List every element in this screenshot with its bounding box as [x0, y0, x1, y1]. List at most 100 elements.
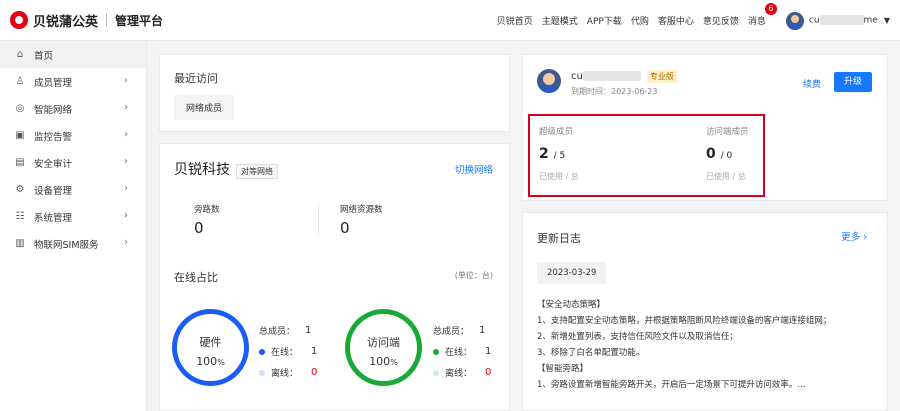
device-icon: ⚙: [15, 184, 25, 195]
visitor-member-quota: 访问端成员 0 / 0 已使用 / 总: [706, 125, 749, 182]
total-label: 总成员：: [433, 327, 470, 337]
sidebar: ⌂ 首页 ♙ 成员管理 › ◎ 智能网络 › ▣ 监控告警 › ▤ 安全审计 ›…: [0, 41, 147, 411]
changelog-line: 1、支持配置安全动态策略，并根据策略阻断风险终端设备的客户端连接组网；: [537, 316, 832, 326]
sidebar-item-smart-network[interactable]: ◎ 智能网络 ›: [0, 95, 146, 122]
chevron-right-icon: ›: [124, 183, 128, 194]
renew-link[interactable]: 续费: [803, 77, 821, 90]
caret-down-icon: ▼: [883, 16, 890, 25]
account-card: cu 专业版 到期时间：2023-06-23 续费 升级 超级成员 2 / 5 已…: [522, 54, 888, 201]
sidebar-item-home[interactable]: ⌂ 首页: [0, 41, 146, 68]
visitor-ring-value: 100%: [369, 355, 398, 368]
bypass-label: 旁路数: [194, 205, 220, 215]
message-count-badge: 6: [764, 3, 777, 15]
visitor-ring-label: 访问端: [367, 336, 400, 349]
offline-dot-icon: [259, 369, 265, 376]
chevron-right-icon: ›: [863, 232, 867, 243]
more-link[interactable]: 更多 ›: [841, 229, 867, 243]
super-member-total: / 5: [553, 151, 566, 161]
visitor-legend: 总成员： 1 在线： 1 离线： 0: [433, 320, 491, 383]
nav-app-download-link[interactable]: APP下载: [587, 14, 622, 27]
settings-icon: ☷: [15, 211, 25, 222]
username-suffix: me: [863, 15, 878, 26]
offline-label: 离线：: [445, 369, 473, 379]
sidebar-item-system[interactable]: ☷ 系统管理 ›: [0, 203, 146, 230]
hardware-offline: 0: [311, 367, 318, 378]
hardware-online: 1: [311, 346, 318, 357]
home-icon: ⌂: [16, 49, 24, 60]
expire-date: 到期时间：2023-06-23: [571, 87, 658, 96]
changelog-line: 1、旁路设置新增智能旁路开关，开启后一定场景下可提升访问效率。...: [537, 380, 806, 390]
network-header: 贝锐科技 对等网络: [174, 159, 278, 179]
online-label: 在线：: [445, 348, 473, 358]
sidebar-item-devices[interactable]: ⚙ 设备管理 ›: [0, 176, 146, 203]
sidebar-item-label: 首页: [34, 50, 54, 62]
avatar: [785, 11, 804, 30]
nav-theme-link[interactable]: 主题模式: [542, 14, 578, 27]
total-label: 总成员：: [259, 327, 296, 337]
sidebar-item-label: 物联网SIM服务: [34, 239, 99, 251]
more-label: 更多: [841, 232, 861, 243]
member-quota-highlight: 超级成员 2 / 5 已使用 / 总 访问端成员 0 / 0 已使用 / 总: [528, 114, 765, 197]
sidebar-item-members[interactable]: ♙ 成员管理 ›: [0, 68, 146, 95]
upgrade-button[interactable]: 升级: [834, 72, 872, 92]
network-mode-tag: 对等网络: [236, 163, 278, 179]
nav-reseller-link[interactable]: 代购: [631, 14, 649, 27]
messages-link[interactable]: 消息 6: [747, 3, 777, 27]
user-menu[interactable]: cu me ▼: [785, 11, 890, 30]
nav-home-link[interactable]: 贝锐首页: [497, 14, 533, 27]
hardware-total: 1: [305, 325, 312, 336]
bypass-stat: 旁路数 0: [194, 203, 220, 237]
user-icon: ♙: [15, 76, 25, 87]
audit-icon: ▤: [15, 157, 25, 168]
edition-badge: 专业版: [646, 70, 677, 83]
changelog-date: 2023-03-29: [537, 262, 607, 284]
hardware-legend: 总成员： 1 在线： 1 离线： 0: [259, 320, 317, 383]
brand-logo[interactable]: 贝锐蒲公英 管理平台: [10, 11, 164, 30]
hardware-online-ring: 硬件 100%: [172, 309, 249, 386]
nav-feedback-link[interactable]: 意见反馈: [703, 14, 739, 27]
chevron-right-icon: ›: [124, 102, 128, 113]
chevron-right-icon: ›: [124, 237, 128, 248]
visitor-online: 1: [485, 346, 492, 357]
online-dot-icon: [433, 348, 439, 355]
brand-name: 贝锐蒲公英: [33, 14, 99, 30]
recent-visit-item[interactable]: 网络成员: [174, 95, 235, 120]
visitor-member-total: / 0: [720, 151, 733, 161]
online-dot-icon: [259, 348, 265, 355]
used-total-hint: 已使用 / 总: [706, 172, 746, 181]
avatar: [537, 69, 561, 93]
visitor-offline: 0: [485, 367, 492, 378]
network-overview-card: 贝锐科技 对等网络 切换网络 旁路数 0 网络资源数 0 在线占比 (单位：台) …: [159, 143, 510, 411]
sidebar-item-monitoring[interactable]: ▣ 监控告警 ›: [0, 122, 146, 149]
sidebar-item-label: 监控告警: [34, 131, 73, 143]
divider: [106, 13, 108, 27]
sidebar-item-label: 智能网络: [34, 104, 73, 116]
nav-support-link[interactable]: 客服中心: [658, 14, 694, 27]
messages-label: 消息: [747, 17, 766, 27]
changelog-card: 更新日志 更多 › 2023-03-29 【安全动态策略】 1、支持配置安全动态…: [522, 212, 888, 411]
sidebar-item-iot-sim[interactable]: ▥ 物联网SIM服务 ›: [0, 230, 146, 257]
changelog-line: 2、新增处置列表，支持信任风险文件以及取消信任；: [537, 332, 738, 342]
super-member-label: 超级成员: [539, 127, 574, 137]
online-ratio-title: 在线占比: [174, 271, 218, 284]
switch-network-link[interactable]: 切换网络: [455, 162, 493, 176]
username-prefix: cu: [808, 15, 820, 26]
chevron-right-icon: ›: [124, 156, 128, 167]
changelog-line: 【安全动态策略】: [537, 300, 606, 310]
sim-icon: ▥: [15, 238, 25, 249]
redacted-block: [819, 15, 864, 26]
recent-visits-title: 最近访问: [174, 72, 218, 85]
network-icon: ◎: [15, 103, 25, 114]
used-total-hint: 已使用 / 总: [539, 172, 579, 181]
recent-visits-card: 最近访问 网络成员: [159, 54, 510, 132]
sidebar-item-label: 系统管理: [34, 212, 73, 224]
brand-subtitle: 管理平台: [115, 13, 164, 28]
hardware-ring-value: 100%: [196, 355, 225, 368]
network-name: 贝锐科技: [174, 162, 230, 178]
sidebar-item-security-audit[interactable]: ▤ 安全审计 ›: [0, 149, 146, 176]
bypass-value: 0: [194, 219, 204, 237]
hardware-ring-label: 硬件: [199, 336, 222, 349]
resource-value: 0: [340, 219, 350, 237]
changelog-line: 3、移除了白名单配置功能。: [537, 348, 645, 358]
super-member-used: 2: [539, 146, 549, 162]
